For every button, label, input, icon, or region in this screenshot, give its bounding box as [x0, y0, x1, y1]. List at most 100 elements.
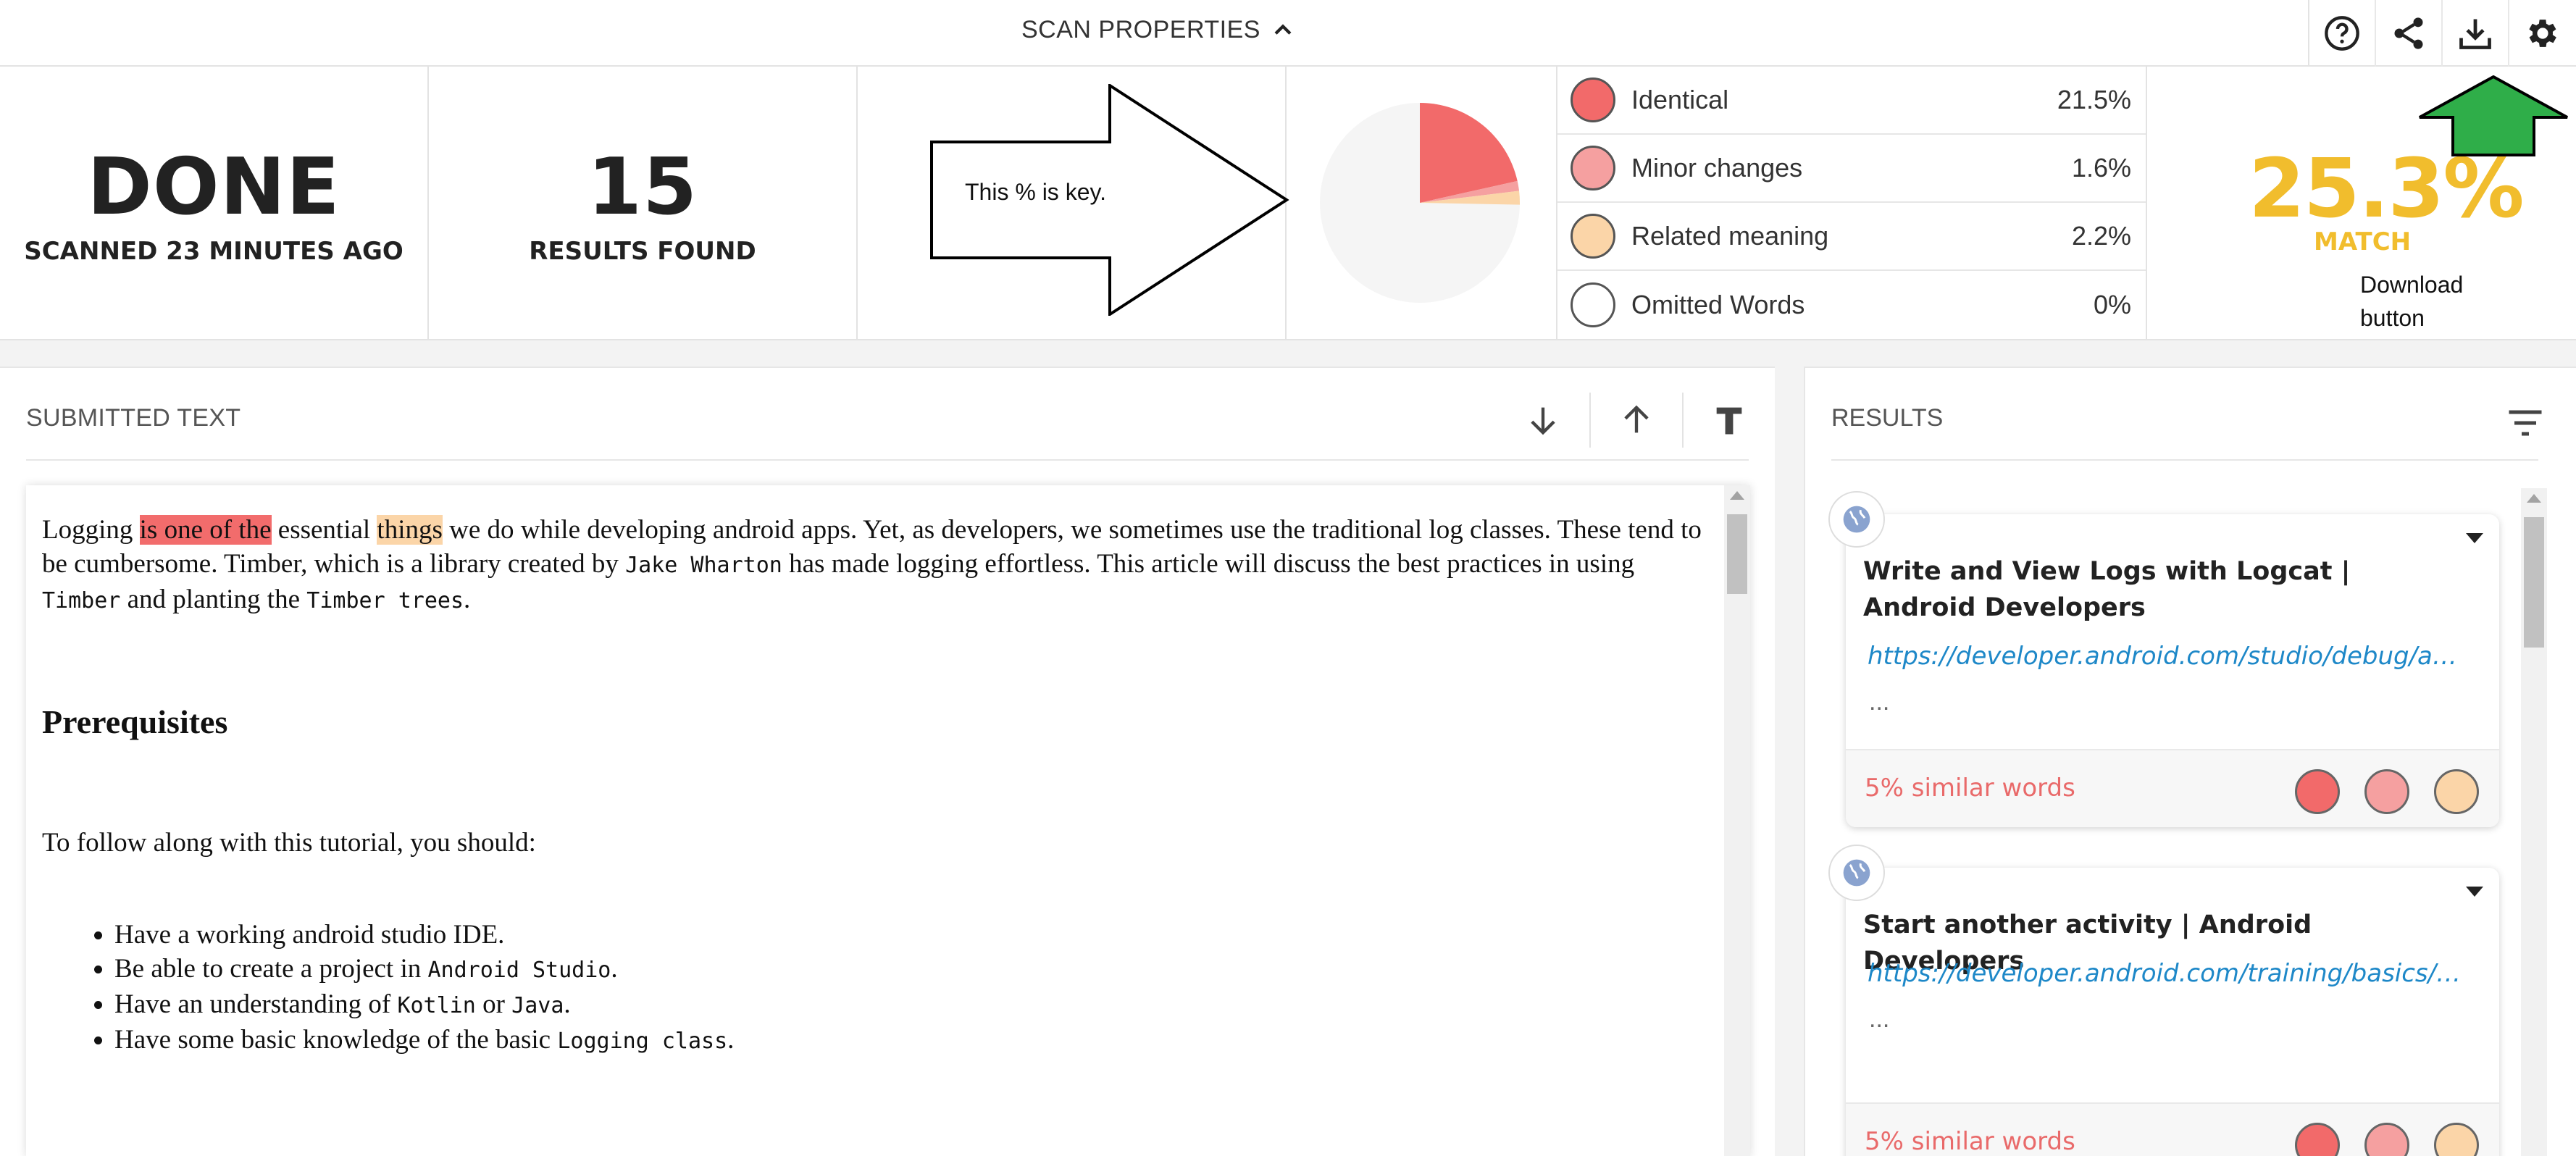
previous-match-button[interactable]	[1589, 393, 1682, 448]
scroll-up-arrow[interactable]	[1730, 491, 1744, 500]
download-annotation: Download button	[2360, 268, 2505, 335]
submitted-text-title: SUBMITTED TEXT	[26, 404, 241, 432]
inline-code: Logging class	[557, 1029, 728, 1054]
text-run: Have some basic knowledge of the basic	[114, 1025, 558, 1055]
scroll-thumb[interactable]	[2524, 517, 2544, 648]
text-run: .	[727, 1025, 735, 1055]
legend-value: 2.2%	[2071, 221, 2131, 251]
text-run: .	[464, 585, 471, 614]
legend-label: Related meaning	[1631, 221, 1829, 251]
result-footer: 5% similar words	[1846, 1102, 2499, 1156]
related-meaning-filter-dot[interactable]	[2434, 1123, 2479, 1156]
related-meaning-dot	[1571, 214, 1615, 259]
legend-value: 21.5%	[2057, 85, 2131, 114]
result-url[interactable]: https://developer.android.com/studio/deb…	[1868, 642, 2476, 671]
results-scrollbar[interactable]	[2521, 488, 2547, 1156]
legend-value: 1.6%	[2071, 153, 2131, 183]
download-annotation-line1: Download	[2360, 272, 2464, 298]
result-card[interactable]: Write and View Logs with Logcat | Androi…	[1828, 491, 2499, 827]
help-button[interactable]	[2309, 0, 2376, 67]
list-item: Have a working android studio IDE.	[114, 918, 1715, 952]
filter-icon[interactable]	[2504, 401, 2547, 445]
legend-row-related-meaning: Related meaning 2.2%	[1557, 203, 2146, 271]
status-cell: DONE SCANNED 23 MINUTES AGO	[0, 67, 429, 340]
scroll-thumb[interactable]	[1727, 514, 1747, 594]
share-button[interactable]	[2376, 0, 2443, 67]
legend-label: Identical	[1631, 85, 1729, 114]
text-run: Logging	[42, 515, 140, 545]
identical-highlight[interactable]: is one of the	[139, 515, 272, 545]
legend-row-identical: Identical 21.5%	[1557, 67, 2146, 135]
minor-changes-dot	[1571, 146, 1615, 190]
expand-caret-icon[interactable]	[2466, 887, 2483, 897]
globe-icon	[1843, 859, 1870, 887]
text-format-icon	[1716, 407, 1742, 435]
match-label: MATCH	[2314, 227, 2412, 256]
text-run: Have a working android studio IDE.	[114, 920, 505, 950]
settings-button[interactable]	[2509, 0, 2576, 67]
globe-icon-badge	[1828, 491, 1885, 548]
next-match-button[interactable]	[1497, 393, 1589, 448]
legend-label: Omitted Words	[1631, 290, 1805, 319]
document-scrollbar[interactable]	[1724, 485, 1750, 1156]
globe-icon	[1843, 506, 1870, 533]
inline-code: Timber	[42, 588, 121, 613]
omitted-words-dot	[1571, 282, 1615, 327]
download-button[interactable]	[2443, 0, 2509, 67]
divider	[26, 459, 1749, 461]
scan-properties-label: SCAN PROPERTIES	[1021, 16, 1260, 43]
match-pie-chart	[1320, 103, 1521, 303]
result-footer: 5% similar words	[1846, 749, 2499, 827]
list-item: Have an understanding of Kotlin or Java.	[114, 987, 1715, 1023]
text-run: .	[564, 989, 571, 1019]
results-title: RESULTS	[1831, 404, 1944, 432]
arrow-down-icon	[1531, 407, 1555, 435]
submitted-document[interactable]: Logging is one of the essential things w…	[26, 485, 1750, 1156]
results-found-label: RESULTS FOUND	[529, 237, 756, 266]
related-meaning-highlight[interactable]: things	[377, 515, 443, 545]
green-up-arrow	[2419, 75, 2568, 156]
text-run: .	[611, 954, 618, 984]
list-item: Have some basic knowledge of the basic L…	[114, 1023, 1715, 1058]
submitted-text-tools	[1497, 393, 1775, 448]
divider	[2146, 67, 2147, 340]
expand-caret-icon[interactable]	[2466, 533, 2483, 543]
submitted-text-panel: SUBMITTED TEXT Logging is one of the ess…	[0, 367, 1775, 1156]
scroll-up-arrow[interactable]	[2527, 494, 2541, 503]
minor-changes-filter-dot[interactable]	[2364, 1123, 2409, 1156]
results-count-cell: 15 RESULTS FOUND	[429, 67, 858, 340]
section-heading: Prerequisites	[42, 703, 228, 740]
globe-icon-badge	[1828, 845, 1885, 901]
result-url[interactable]: https://developer.android.com/training/b…	[1868, 959, 2476, 988]
text-run: or	[475, 989, 512, 1019]
document-body: Logging is one of the essential things w…	[42, 485, 1715, 1058]
legend-value: 0%	[2093, 290, 2131, 319]
identical-filter-dot[interactable]	[2295, 769, 2340, 814]
scan-properties-toggle[interactable]: SCAN PROPERTIES	[1021, 16, 1295, 44]
minor-changes-filter-dot[interactable]	[2364, 769, 2409, 814]
related-meaning-filter-dot[interactable]	[2434, 769, 2479, 814]
legend-row-omitted-words: Omitted Words 0%	[1557, 271, 2146, 339]
identical-filter-dot[interactable]	[2295, 1123, 2340, 1156]
result-title[interactable]: Write and View Logs with Logcat | Androi…	[1863, 553, 2457, 626]
similar-words-label: 5% similar words	[1865, 774, 2075, 803]
chevron-up-icon	[1274, 23, 1292, 35]
results-count: 15	[587, 142, 698, 233]
gear-icon	[2529, 20, 2556, 47]
list-item: Be able to create a project in Android S…	[114, 952, 1715, 987]
download-annotation-line2: button	[2360, 305, 2425, 331]
legend-label: Minor changes	[1631, 153, 1803, 183]
text-run: Be able to create a project in	[114, 954, 428, 984]
identical-dot	[1571, 78, 1615, 122]
text-format-button[interactable]	[1682, 393, 1775, 448]
result-snippet: ...	[1869, 688, 1890, 716]
inline-code: Jake Wharton	[625, 553, 782, 578]
match-legend: Identical 21.5% Minor changes 1.6% Relat…	[1557, 67, 2146, 340]
arrow-up-icon	[1624, 405, 1649, 433]
scan-time: SCANNED 23 MINUTES AGO	[24, 237, 403, 266]
toolbar-icons	[2308, 0, 2576, 67]
top-bar: SCAN PROPERTIES	[0, 0, 2576, 67]
share-icon	[2394, 17, 2423, 49]
divider	[1831, 459, 2538, 461]
result-card[interactable]: Start another activity | Android Develop…	[1828, 845, 2499, 1156]
